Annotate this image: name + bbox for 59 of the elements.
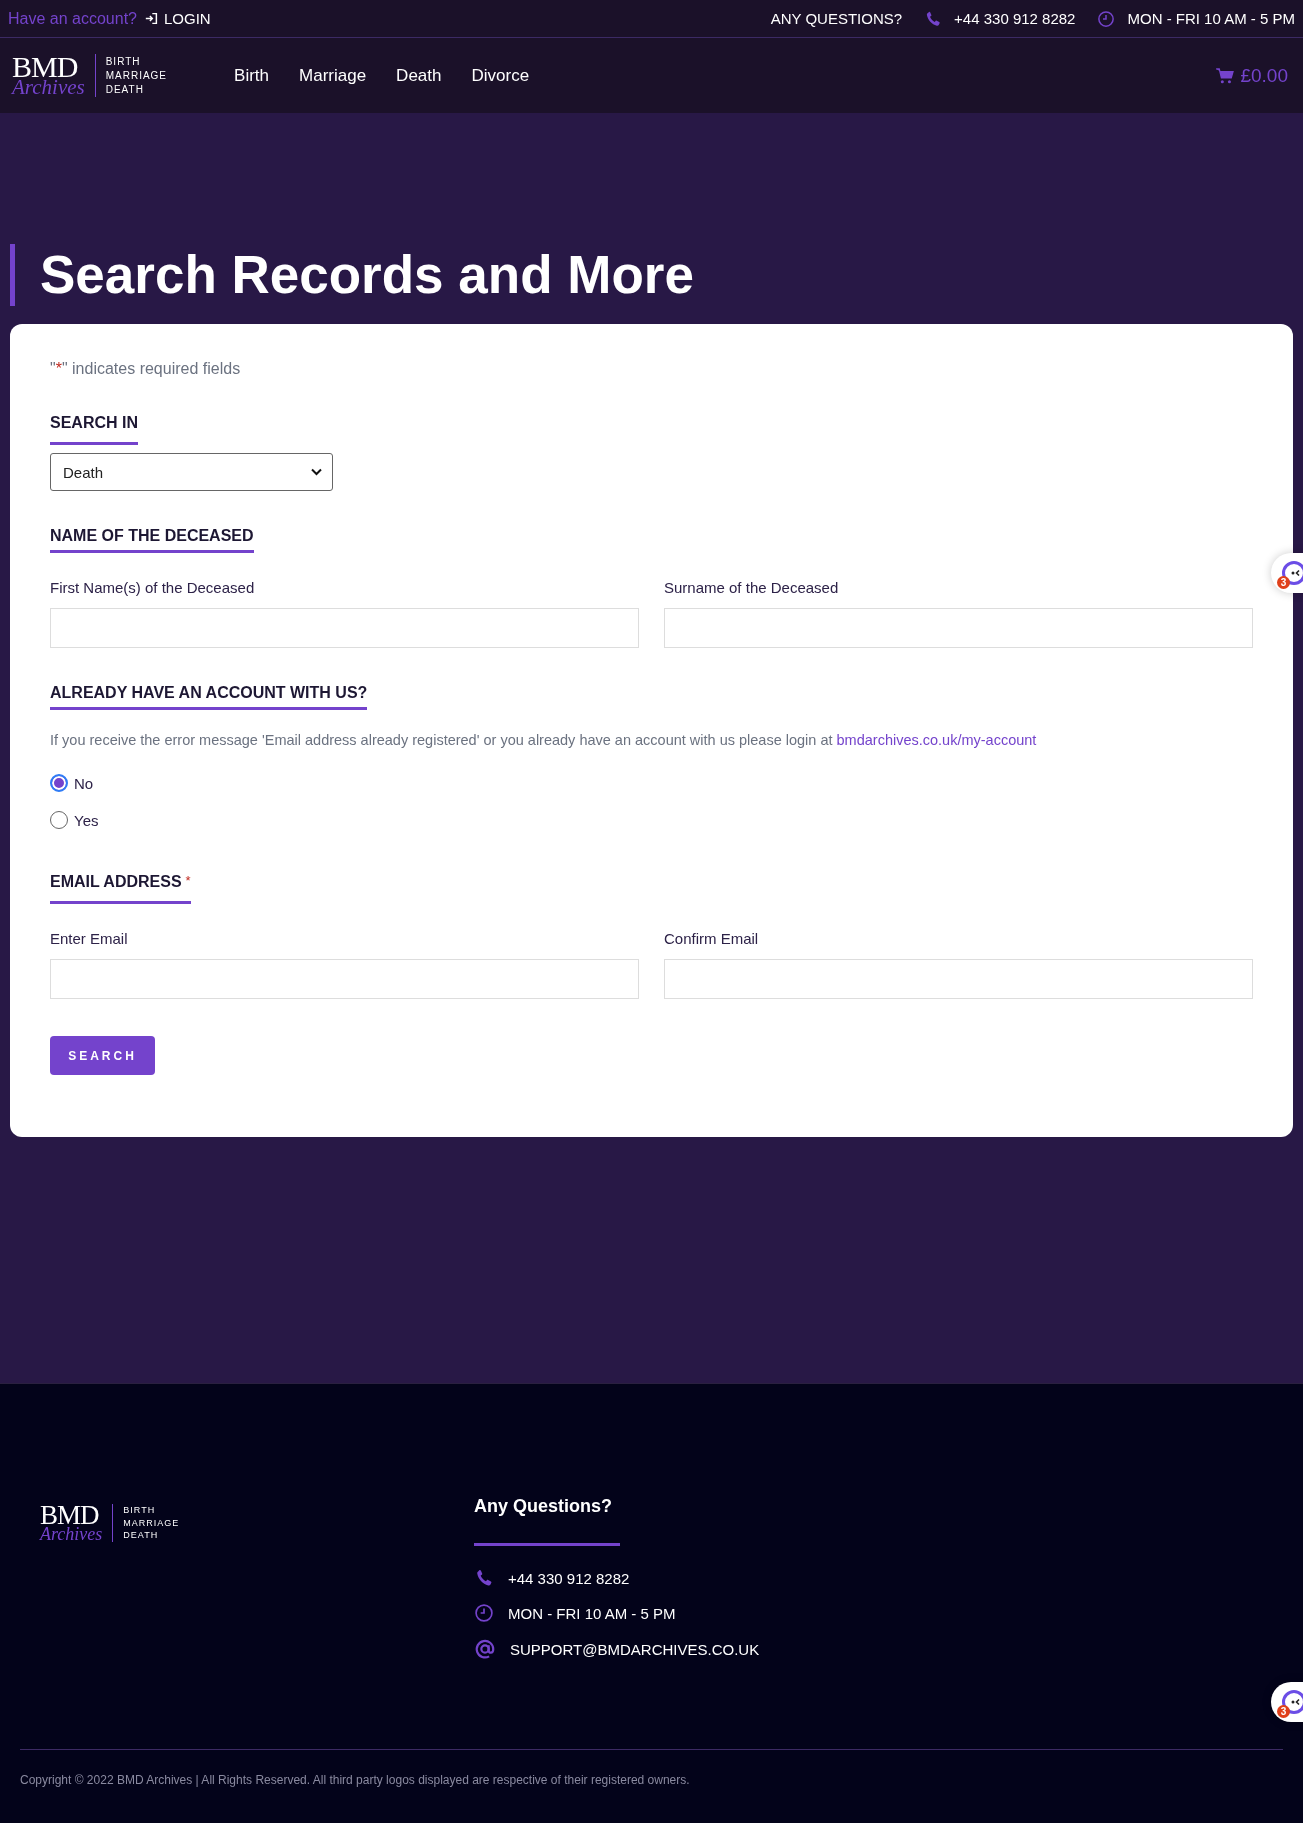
contact-text: SUPPORT@BMDARCHIVES.CO.UK [510, 1640, 760, 1658]
chevron-down-icon [311, 468, 322, 476]
copyright-text: Copyright © 2022 BMD Archives | All Rights Reserved. All third party logos displayed are respective of their registered owners. [20, 1773, 691, 1787]
nav-link[interactable]: Marriage [299, 65, 367, 86]
questions-label: ANY QUESTIONS? [770, 10, 903, 27]
logo-script-text: Archives [12, 79, 85, 98]
required-note: "*" indicates required fields [50, 360, 242, 378]
phone-icon [924, 9, 943, 28]
field-label: Surname of the Deceased [664, 579, 840, 596]
radio-label: Yes [74, 811, 99, 829]
field-label: Confirm Email [664, 930, 760, 947]
chat-face-icon [1281, 1689, 1303, 1715]
input-field[interactable] [664, 608, 1253, 648]
field-label: First Name(s) of the Deceased [50, 579, 256, 596]
logo-wordmark: BMD [12, 53, 78, 80]
contact-text: +44 330 912 8282 [508, 1569, 630, 1587]
input-field[interactable] [50, 608, 639, 648]
nav-link[interactable]: Birth [234, 65, 269, 86]
logo-tagline: BIRTH [123, 1504, 157, 1517]
clock-icon [1097, 9, 1116, 28]
opening-hours: MON - FRI 10 AM - 5 PM [1127, 10, 1295, 27]
phone-number: +44 330 912 8282 [954, 10, 1076, 27]
cart-icon [1216, 67, 1235, 84]
section-heading: NAME OF THE DECEASED [50, 527, 254, 553]
logo-wordmark: BMD [40, 1504, 99, 1527]
section-heading: SEARCH IN [50, 414, 138, 445]
logo-script-text: Archives [40, 1526, 103, 1543]
clock-icon [474, 1603, 494, 1623]
login-link[interactable]: LOGIN [164, 10, 211, 27]
required-mark: * [185, 873, 191, 888]
nav-link[interactable]: Death [396, 65, 442, 86]
search-in-select[interactable]: Death [50, 453, 333, 491]
input-field[interactable] [664, 959, 1253, 999]
section-heading: EMAIL ADDRESS [50, 873, 182, 892]
logo-tagline: BIRTH [105, 54, 142, 69]
account-link[interactable]: bmdarchives.co.uk/my-account [836, 732, 1037, 748]
radio-label: No [74, 774, 94, 792]
footer-heading: Any Questions? [474, 1496, 620, 1546]
input-field[interactable] [50, 959, 639, 999]
radio-button[interactable] [50, 811, 68, 829]
at-sign-icon [474, 1638, 496, 1660]
chat-face-icon [1281, 560, 1303, 586]
contact-text: MON - FRI 10 AM - 5 PM [508, 1604, 676, 1622]
login-icon [145, 12, 158, 25]
logo-tagline: MARRIAGE [105, 68, 168, 83]
notification-badge: 3 [1277, 576, 1290, 589]
logo-tagline: DEATH [105, 82, 145, 97]
radio-button[interactable] [50, 774, 68, 792]
search-button[interactable]: SEARCH [50, 1036, 155, 1075]
page-title: Search Records and More [10, 244, 1293, 306]
logo-tagline: DEATH [123, 1529, 160, 1542]
nav-link[interactable]: Divorce [471, 65, 530, 86]
phone-icon [474, 1568, 494, 1588]
account-message: If you receive the error message 'Email address already registered' or you already have an account with us please login at bmdarchives.co.uk/my-account [50, 732, 1038, 748]
account-prompt: Have an account? [8, 9, 137, 28]
section-heading: ALREADY HAVE AN ACCOUNT WITH US? [50, 684, 368, 710]
field-label: Enter Email [50, 930, 129, 947]
notification-badge: 3 [1277, 1705, 1290, 1718]
logo-tagline: MARRIAGE [123, 1516, 180, 1530]
